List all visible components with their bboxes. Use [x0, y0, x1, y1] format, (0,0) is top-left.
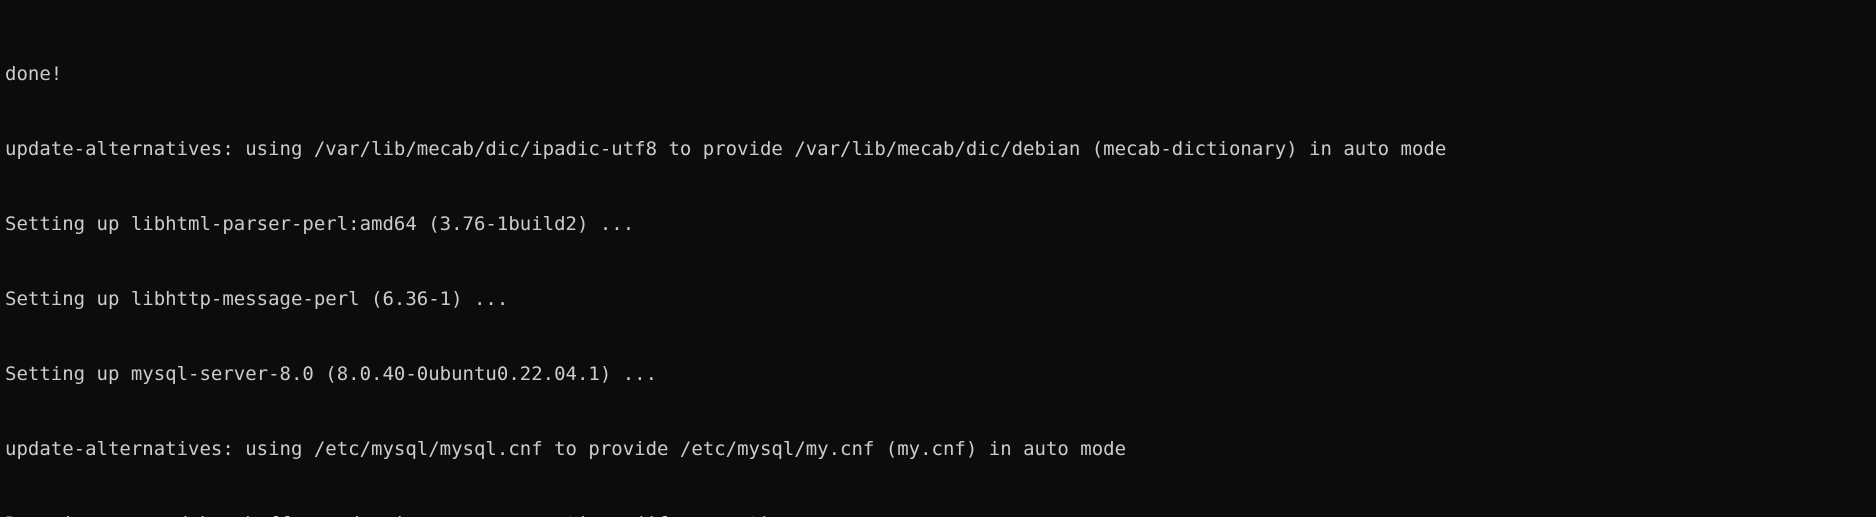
terminal-line: done! [5, 63, 63, 85]
terminal-line: update-alternatives: using /var/lib/meca… [5, 138, 1447, 160]
terminal-line: update-alternatives: using /etc/mysql/my… [5, 438, 1127, 460]
terminal-line: Setting up libhttp-message-perl (6.36-1)… [5, 288, 509, 310]
terminal-line: Setting up libhtml-parser-perl:amd64 (3.… [5, 213, 635, 235]
terminal-line: Setting up mysql-server-8.0 (8.0.40-0ubu… [5, 363, 658, 385]
terminal-window[interactable]: done! update-alternatives: using /var/li… [0, 0, 1876, 517]
terminal-line: Renaming removed key_buffer and myisam-r… [5, 512, 1876, 517]
terminal-output-area[interactable]: done! update-alternatives: using /var/li… [5, 12, 1876, 517]
